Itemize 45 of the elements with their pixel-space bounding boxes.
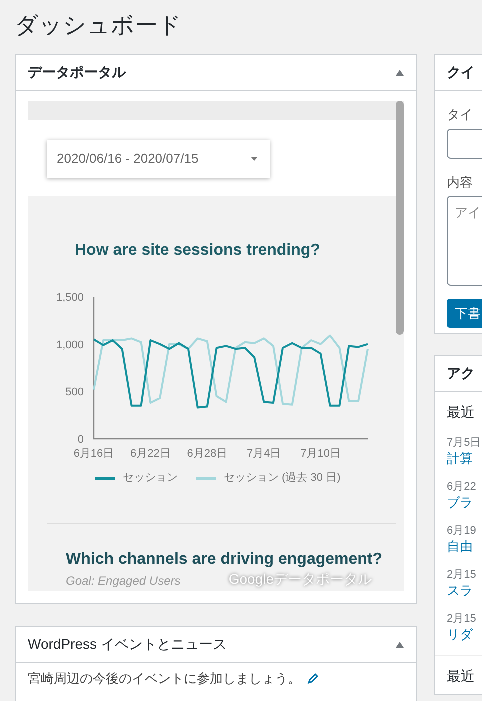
field-label: 内容 [447,174,474,192]
field-label: タイ [447,106,474,124]
panel-title: WordPress イベントとニュース [28,635,227,654]
page-title: ダッシュボード [15,11,182,40]
save-draft-button[interactable]: 下書 [447,299,482,328]
activity-date: 6月22 [447,480,478,495]
title-input-field[interactable] [447,128,482,158]
y-tick-label: 500 [66,386,84,399]
panel-title: アク [447,364,475,383]
x-tick-label: 6月28日 [187,448,228,460]
report-heading: How are site sessions trending? [75,241,322,261]
legend-label: セッション (過去 30 日) [224,471,341,486]
section-heading: 最近 [447,403,476,422]
x-tick-label: 6月22日 [130,448,171,460]
post-link[interactable]: 自由 [447,539,482,555]
y-tick-label: 1,000 [56,339,84,352]
activity-date: 2月15 [447,568,478,583]
report-heading: Which channels are driving engagement? [66,550,384,570]
events-intro-text: 宮崎周辺の今後のイベントに参加しましょう。 [28,670,301,688]
panel-title: データポータル [28,63,126,82]
caret-icon [251,157,258,161]
x-tick-label: 7月10日 [300,448,341,460]
y-tick-label: 1,500 [56,292,84,304]
date-range-dropdown[interactable]: 2020/06/16 - 2020/07/15 [47,140,270,178]
section-heading: 最近 [447,667,476,686]
post-link[interactable]: 計算 [447,451,482,467]
activity-date: 6月19 [447,524,478,539]
x-tick-label: 6月16日 [74,448,114,460]
legend-swatch [196,476,216,480]
collapse-arrow-icon[interactable] [396,642,404,648]
post-link[interactable]: スラ [447,583,482,599]
y-tick-label: 0 [78,434,84,446]
legend-label: セッション [123,471,178,486]
content-text-area[interactable]: アイ [447,196,482,286]
x-tick-label: 7月4日 [246,448,282,460]
scrollbar-thumb[interactable] [396,101,404,335]
post-link[interactable]: ブラ [447,495,482,511]
activity-date: 2月15 [447,612,478,627]
goal-text: Goal: Engaged Users [66,572,181,590]
post-link[interactable]: リダ [447,627,482,643]
panel-title: クイ [447,63,475,82]
activity-date: 7月5日 [447,436,482,451]
collapse-arrow-icon[interactable] [396,70,404,76]
legend-swatch [95,476,115,480]
pencil-icon[interactable] [307,672,319,685]
